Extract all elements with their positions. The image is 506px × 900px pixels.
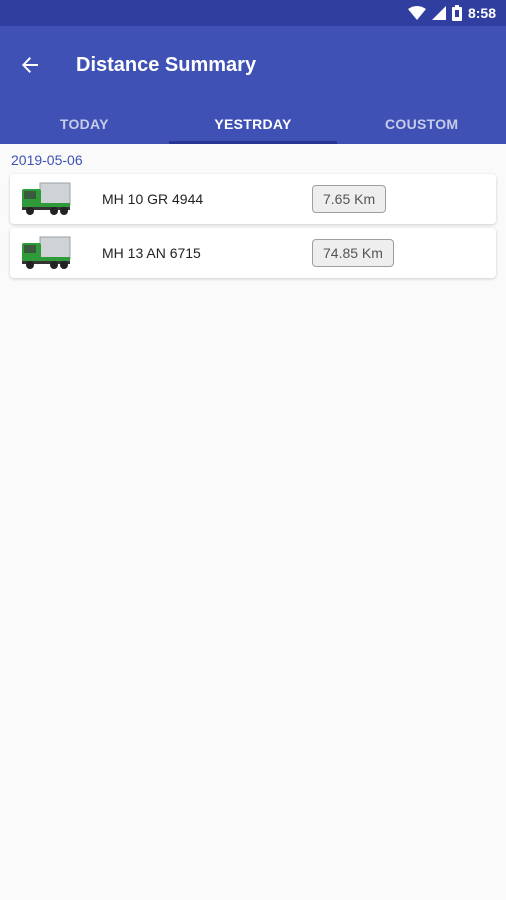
vehicle-number: MH 10 GR 4944 [102,191,204,207]
back-button[interactable] [0,26,60,104]
list-item[interactable]: MH 10 GR 4944 7.65 Km [10,174,496,224]
distance-badge: 7.65 Km [312,185,387,213]
status-bar: 8:58 [0,0,506,26]
tab-yesterday[interactable]: YESTRDAY [168,104,338,144]
signal-icon [431,6,446,20]
date-header: 2019-05-06 [11,152,83,168]
main-content: 2019-05-06 MH 10 GR 4944 7.65 Km MH 13 A… [0,144,506,278]
vehicle-number: MH 13 AN 6715 [102,245,201,261]
battery-icon [451,5,462,21]
status-time: 8:58 [467,5,496,21]
back-arrow-icon [22,57,38,73]
truck-icon [22,236,71,269]
tab-custom[interactable]: COUSTOM [337,104,506,144]
app-bar: Distance Summary [0,26,506,104]
page-title: Distance Summary [76,53,257,76]
wifi-icon [407,6,426,20]
truck-icon [22,182,71,215]
tab-today[interactable]: TODAY [0,104,169,144]
distance-badge: 74.85 Km [312,239,394,267]
list-item[interactable]: MH 13 AN 6715 74.85 Km [10,228,496,278]
tab-bar: TODAY YESTRDAY COUSTOM [0,104,506,144]
